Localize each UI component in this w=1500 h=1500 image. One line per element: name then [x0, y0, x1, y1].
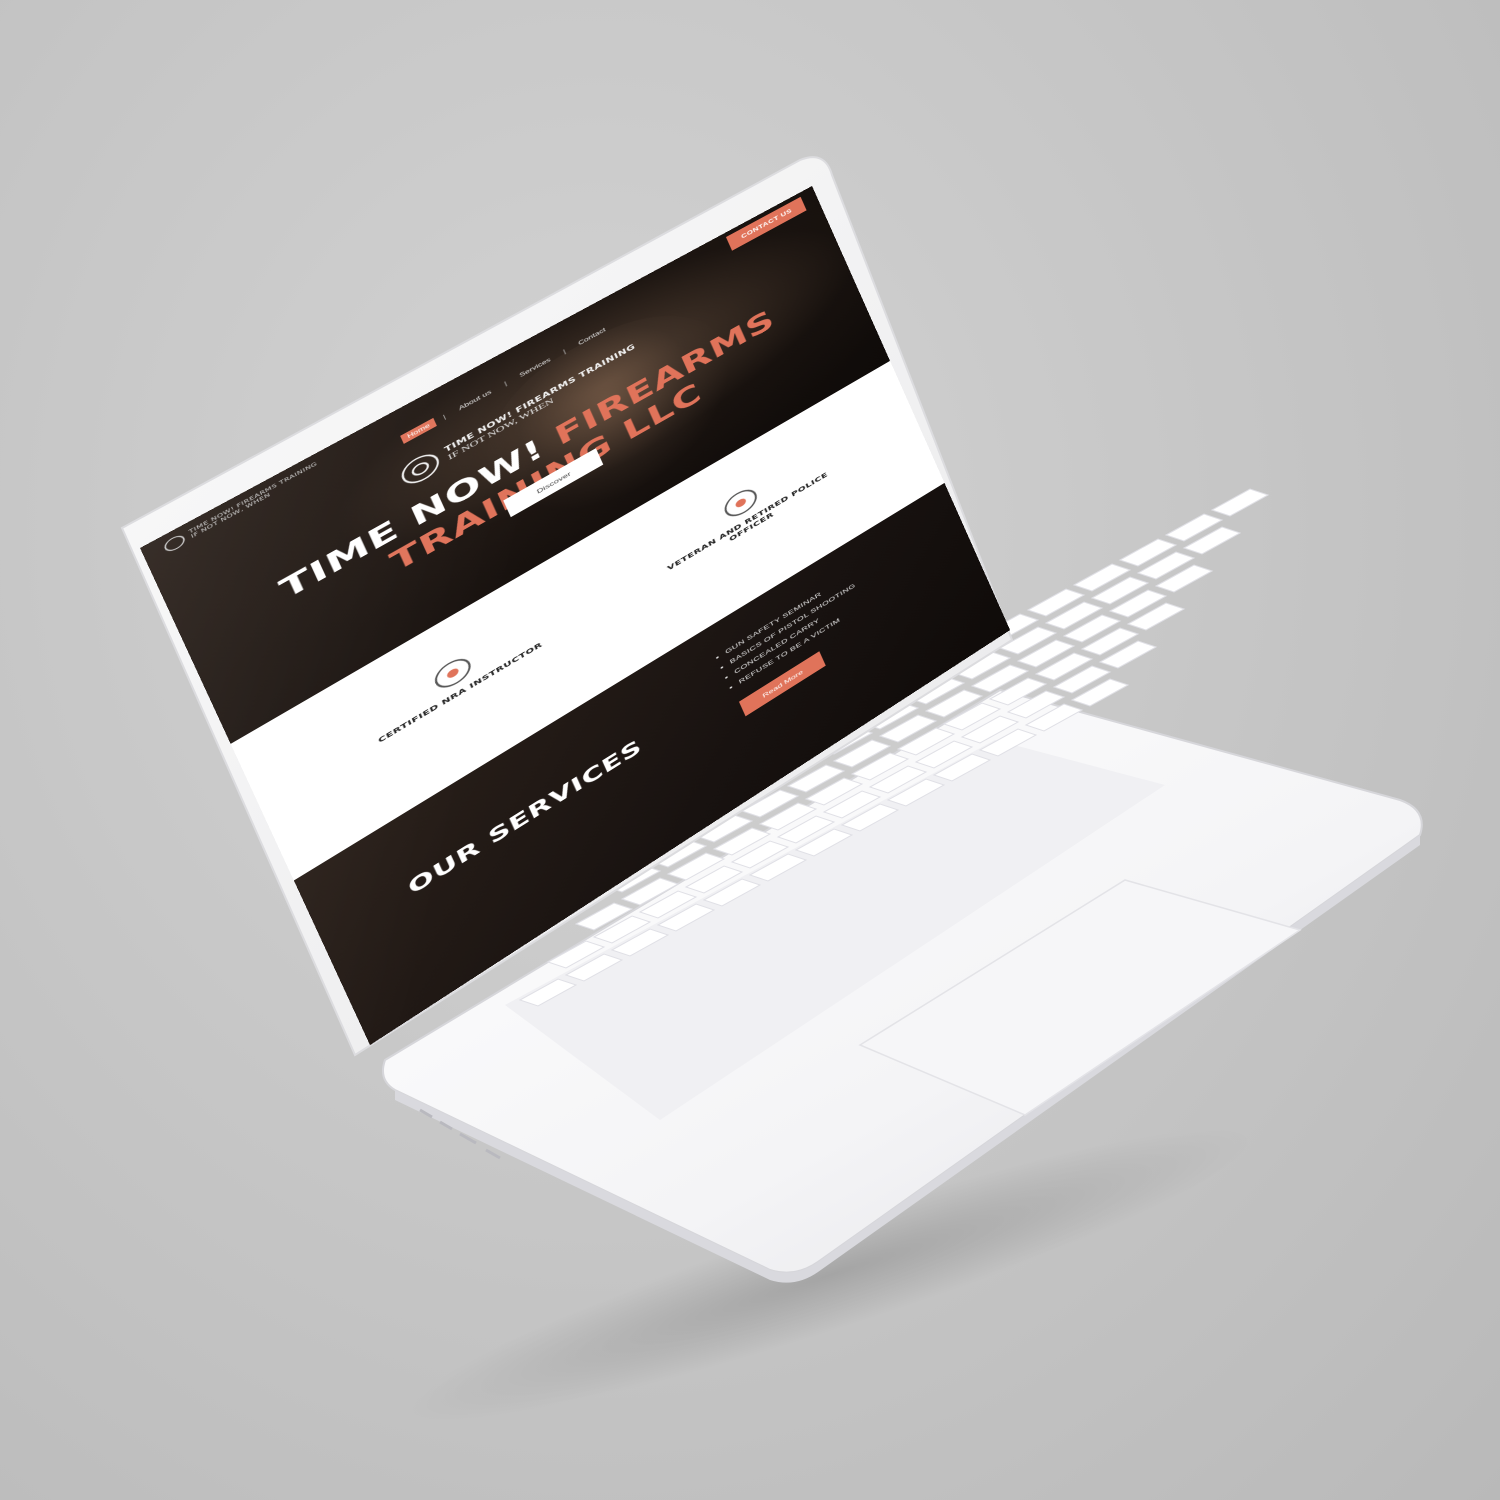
nav-separator: |: [503, 380, 508, 387]
nav-separator: |: [562, 348, 567, 355]
target-logo-icon: [397, 448, 444, 490]
nav-about[interactable]: About us: [452, 385, 498, 416]
logo-icon: [162, 532, 187, 555]
port-icon: [485, 1148, 501, 1160]
key: [1210, 488, 1270, 517]
nav-home[interactable]: Home: [400, 417, 437, 444]
laptop-scene: TIME NOW! FIREARMS TRAINING IF NOT NOW, …: [0, 0, 1500, 1500]
nav-separator: |: [441, 413, 447, 421]
